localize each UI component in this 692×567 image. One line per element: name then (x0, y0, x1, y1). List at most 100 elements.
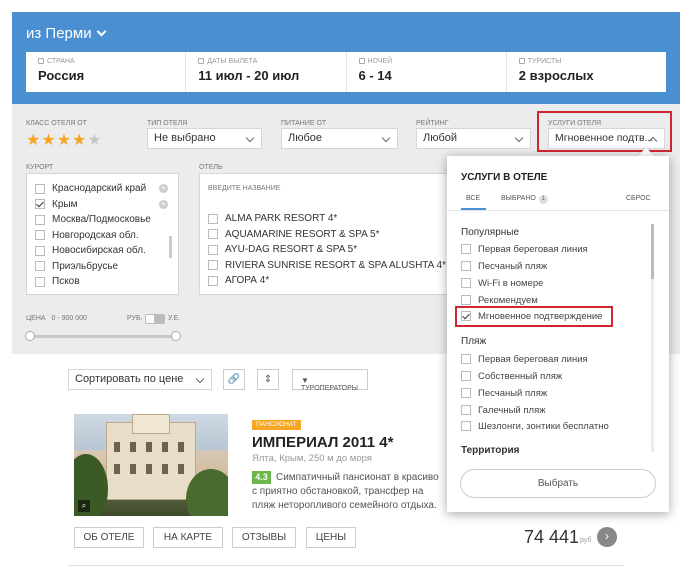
country-field[interactable]: СТРАНА Россия (26, 52, 187, 92)
meal-select[interactable]: Любое (281, 128, 398, 149)
tour-price: 74 441 (524, 527, 580, 547)
resort-item[interactable]: Крым + (27, 197, 178, 213)
price-slider-max-handle[interactable] (171, 331, 181, 341)
service-item[interactable]: Песчаный пляж (461, 387, 547, 399)
service-item[interactable]: Песчаный пляж (461, 260, 547, 272)
checkbox[interactable] (461, 261, 471, 271)
checkbox[interactable] (461, 371, 471, 381)
about-hotel-button[interactable]: ОБ ОТЕЛЕ (74, 527, 144, 548)
hotel-item[interactable]: RIVIERA SUNRISE RESORT & SPA ALUSHTA 4* (200, 258, 448, 274)
resort-item[interactable]: Псков (27, 274, 178, 290)
star-icon[interactable]: ★ (87, 132, 102, 149)
star-icon[interactable]: ★ (26, 132, 41, 149)
service-item[interactable]: Рекомендуем (461, 294, 538, 306)
checkbox[interactable] (35, 245, 45, 256)
hotel-description-rest: с приятно обстановкой, трансфер на пляж … (252, 486, 437, 511)
on-map-button[interactable]: НА КАРТЕ (153, 527, 223, 548)
tour-operators-button[interactable]: ▼ ТУРОПЕРАТОРЫ (292, 369, 368, 392)
service-item[interactable]: Шезлонги, зонтики бесплатно (461, 420, 609, 432)
checkbox[interactable] (461, 388, 471, 398)
checkbox[interactable] (461, 278, 471, 288)
link-icon: 🔗 (227, 374, 241, 385)
star-rating-selector[interactable]: ★★★★★ (26, 130, 103, 150)
price-slider-min-handle[interactable] (25, 331, 35, 341)
departure-city-dropdown[interactable]: из Перми (26, 25, 107, 42)
resort-item-label: Москва/Подмосковье (52, 214, 151, 226)
checkbox[interactable] (461, 295, 471, 305)
checkbox-checked[interactable] (461, 311, 471, 321)
chevron-down-icon (96, 26, 107, 37)
tab-all[interactable]: ВСЕ (466, 195, 480, 202)
prices-button[interactable]: ЦЕНЫ (306, 527, 356, 548)
checkbox[interactable] (461, 354, 471, 364)
reviews-button[interactable]: ОТЗЫВЫ (232, 527, 296, 548)
price-slider-track[interactable] (30, 335, 180, 338)
service-item[interactable]: Собственный пляж (461, 370, 562, 382)
tourists-field[interactable]: ТУРИСТЫ 2 взрослых (507, 52, 666, 92)
checkbox[interactable] (461, 421, 471, 431)
resort-item[interactable]: Новосибирская обл. (27, 243, 178, 259)
resort-scrollbar[interactable] (169, 236, 172, 258)
resort-list: Краснодарский край + Крым + Москва/Подмоск… (26, 173, 179, 295)
country-value: Россия (38, 68, 85, 83)
checkbox[interactable] (35, 261, 45, 272)
zoom-icon[interactable]: ⌕ (78, 500, 90, 512)
hotel-item-label: ALMA PARK RESORT 4* (225, 213, 338, 225)
resort-item[interactable]: Москва/Подмосковье (27, 212, 178, 228)
hotel-item[interactable]: ALMA PARK RESORT 4* (200, 211, 448, 227)
service-item[interactable]: Wi-Fi в номере (461, 277, 543, 289)
tab-selected[interactable]: ВЫБРАНО 1 (501, 195, 548, 204)
checkbox[interactable] (35, 276, 45, 287)
sort-order-button[interactable]: ⇕ (257, 369, 279, 390)
hotel-item[interactable]: AQUAMARINE RESORT & SPA 5* (200, 227, 448, 243)
popup-scrollbar-thumb[interactable] (651, 224, 654, 279)
dates-field[interactable]: ДАТЫ ВЫЛЕТА 11 июл - 20 июл (186, 52, 347, 92)
open-tour-button[interactable]: › (597, 527, 617, 547)
service-item-instant-confirmation[interactable]: Мгновенное подтверждение (461, 310, 602, 322)
checkbox[interactable] (208, 244, 218, 255)
sort-select[interactable]: Сортировать по цене (68, 369, 212, 390)
nights-field[interactable]: НОЧЕЙ 6 - 14 (347, 52, 507, 92)
resort-item[interactable]: Новгородская обл. (27, 228, 178, 244)
reset-link[interactable]: СБРОС (626, 195, 651, 202)
resort-item[interactable]: Краснодарский край + (27, 181, 178, 197)
resort-item[interactable]: Приэльбрусье (27, 259, 178, 275)
checkbox[interactable] (461, 405, 471, 415)
checkbox-checked[interactable] (35, 199, 45, 210)
hotel-type-select[interactable]: Не выбрано (147, 128, 262, 149)
rating-select[interactable]: Любой (416, 128, 531, 149)
checkbox[interactable] (208, 229, 218, 240)
hotel-label: ОТЕЛЬ (199, 164, 223, 171)
plus-icon[interactable]: + (159, 184, 168, 194)
resort-label: КУРОРТ (26, 164, 54, 171)
star-icon[interactable]: ★ (72, 132, 87, 149)
sort-value: Сортировать по цене (75, 373, 184, 385)
link-button[interactable]: 🔗 (223, 369, 245, 390)
checkbox[interactable] (208, 260, 218, 271)
currency-toggle[interactable] (145, 314, 165, 324)
service-item[interactable]: Первая береговая линия (461, 353, 588, 365)
service-item[interactable]: Первая береговая линия (461, 243, 588, 255)
star-icon[interactable]: ★ (41, 132, 56, 149)
hotel-name[interactable]: ИМПЕРИАЛ 2011 4* (252, 434, 393, 451)
checkbox[interactable] (35, 214, 45, 225)
service-item[interactable]: Галечный пляж (461, 404, 546, 416)
hotel-photo[interactable]: ⌕ (74, 414, 228, 516)
checkbox[interactable] (208, 275, 218, 286)
hotel-list: ВВЕДИТЕ НАЗВАНИЕ ALMA PARK RESORT 4* AQU… (199, 173, 449, 295)
star-icon[interactable]: ★ (57, 132, 72, 149)
checkbox[interactable] (461, 244, 471, 254)
checkbox[interactable] (208, 213, 218, 224)
checkbox[interactable] (35, 230, 45, 241)
tourists-label: ТУРИСТЫ (527, 58, 562, 65)
plus-icon[interactable]: + (159, 199, 168, 209)
services-select[interactable]: Мгновенное подтв... (548, 128, 665, 149)
hotel-search-input[interactable]: ВВЕДИТЕ НАЗВАНИЕ (208, 185, 280, 192)
hotel-item[interactable]: AYU-DAG RESORT & SPA 5* (200, 242, 448, 258)
section-popular-title: Популярные (461, 227, 520, 238)
select-button[interactable]: Выбрать (460, 469, 656, 498)
chevron-right-icon: › (605, 529, 609, 543)
hotel-item[interactable]: АГОРА 4* (200, 273, 448, 289)
services-value: Мгновенное подтв... (555, 132, 654, 144)
checkbox[interactable] (35, 183, 45, 194)
